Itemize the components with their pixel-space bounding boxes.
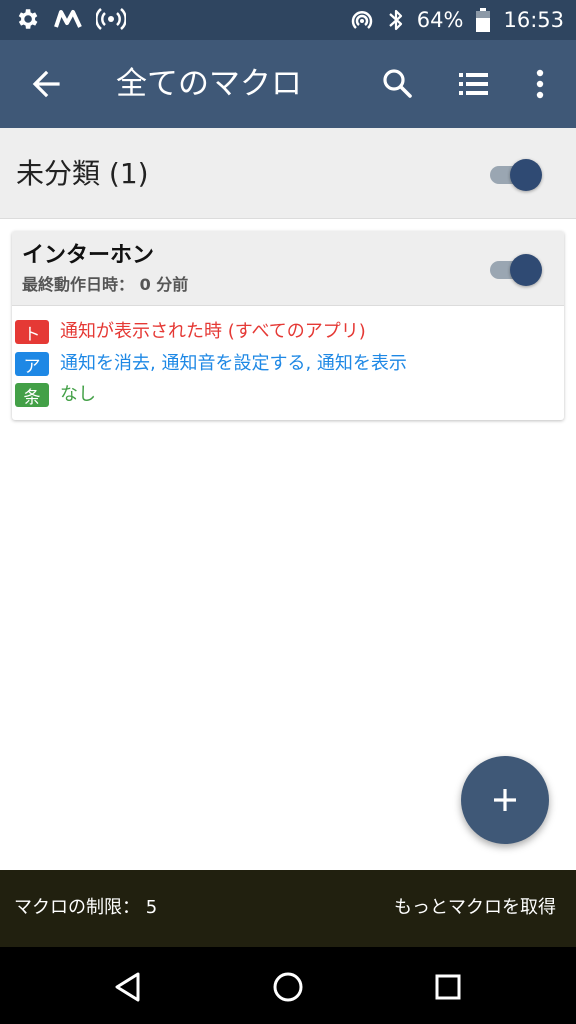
settings-gear-icon — [14, 6, 40, 32]
category-toggle[interactable] — [488, 158, 544, 191]
constraint-text: なし — [60, 384, 96, 405]
status-bar: 64% 16:53 — [0, 0, 576, 40]
plus-icon — [491, 786, 519, 814]
action-row: ア 通知を消去, 通知音を設定する, 通知を表示 — [15, 351, 407, 377]
macro-limit-bar: マクロの制限： 5 もっとマクロを取得 — [0, 870, 576, 947]
clock: 16:53 — [503, 8, 564, 32]
battery-icon — [475, 7, 491, 33]
trigger-badge: ト — [15, 320, 49, 345]
back-triangle-icon[interactable] — [108, 967, 148, 1007]
search-icon[interactable] — [378, 64, 418, 104]
trigger-row: ト 通知が表示された時 (すべてのアプリ) — [15, 319, 366, 345]
macro-card-header: インターホン 最終動作日時： 0 分前 — [12, 231, 564, 306]
constraint-row: 条 なし — [15, 382, 96, 408]
action-badge: ア — [15, 352, 49, 377]
back-arrow-icon[interactable] — [28, 66, 64, 102]
trigger-text: 通知が表示された時 (すべてのアプリ) — [60, 321, 366, 342]
recents-square-icon[interactable] — [428, 967, 468, 1007]
macro-last-run: 最終動作日時： 0 分前 — [22, 275, 189, 294]
nfc-icon — [349, 7, 375, 33]
page-title: 全てのマクロ — [116, 66, 302, 102]
battery-percent: 64% — [416, 8, 464, 32]
toggle-thumb — [510, 254, 542, 286]
toggle-thumb — [510, 159, 542, 191]
system-nav-bar — [0, 947, 576, 1024]
category-header[interactable]: 未分類 (1) — [0, 128, 576, 219]
bluetooth-icon — [387, 7, 405, 33]
macro-card[interactable]: インターホン 最終動作日時： 0 分前 ト 通知が表示された時 (すべてのアプリ… — [12, 231, 564, 420]
macro-name: インターホン — [22, 243, 155, 268]
list-icon[interactable] — [454, 64, 494, 104]
more-vert-icon[interactable] — [520, 64, 560, 104]
m-logo-icon — [54, 7, 82, 31]
get-more-macros-link[interactable]: もっとマクロを取得 — [394, 894, 556, 922]
action-text: 通知を消去, 通知音を設定する, 通知を表示 — [60, 353, 407, 374]
hotspot-icon — [96, 6, 126, 32]
macro-toggle[interactable] — [488, 253, 544, 286]
category-label: 未分類 (1) — [16, 157, 149, 190]
app-toolbar: 全てのマクロ — [0, 40, 576, 128]
add-macro-button[interactable] — [461, 756, 549, 844]
macro-limit-text: マクロの制限： 5 — [14, 897, 158, 918]
home-circle-icon[interactable] — [268, 967, 308, 1007]
constraint-badge: 条 — [15, 383, 49, 408]
